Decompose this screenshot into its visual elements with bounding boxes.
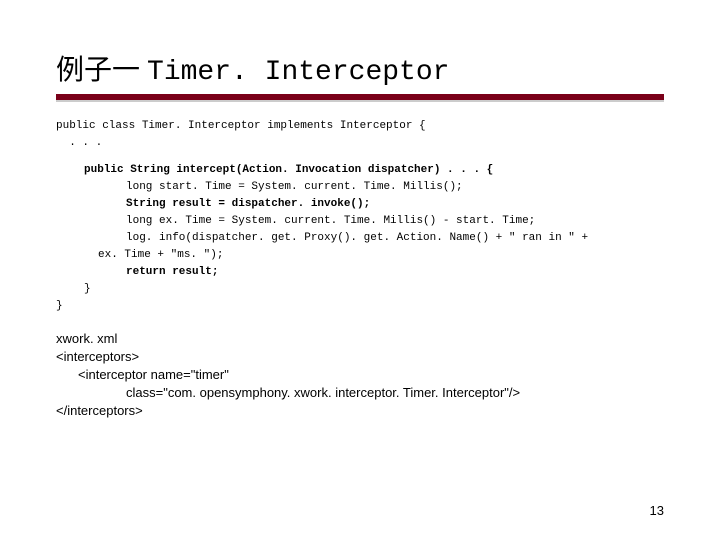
code-line: return result;	[56, 264, 664, 281]
code-line: }	[56, 298, 664, 315]
page-number: 13	[650, 503, 664, 518]
title-mono: Timer. Interceptor	[147, 57, 449, 88]
title-underline	[56, 94, 664, 100]
code-line: public class Timer. Interceptor implemen…	[56, 118, 664, 135]
code-line: }	[56, 281, 664, 298]
code-line: public String intercept(Action. Invocati…	[56, 162, 664, 179]
code-line: long start. Time = System. current. Time…	[56, 179, 664, 196]
xml-line: <interceptors>	[56, 349, 139, 364]
title-block: 例子一 Timer. Interceptor	[56, 48, 664, 100]
xml-block: xwork. xml <interceptors> <interceptor n…	[56, 330, 664, 421]
title-cn: 例子一	[56, 55, 147, 86]
code-line: ex. Time + "ms. ");	[56, 247, 664, 264]
code-block: public class Timer. Interceptor implemen…	[56, 118, 664, 316]
xml-line: xwork. xml	[56, 331, 117, 346]
code-line: String result = dispatcher. invoke();	[56, 196, 664, 213]
code-line: log. info(dispatcher. get. Proxy(). get.…	[56, 230, 664, 247]
slide-title: 例子一 Timer. Interceptor	[56, 48, 664, 88]
code-line: . . .	[56, 135, 664, 152]
xml-line: </interceptors>	[56, 403, 143, 418]
code-line: long ex. Time = System. current. Time. M…	[56, 213, 664, 230]
xml-line: <interceptor name="timer"	[56, 366, 664, 384]
slide: 例子一 Timer. Interceptor public class Time…	[0, 0, 720, 540]
xml-line: class="com. opensymphony. xwork. interce…	[56, 384, 664, 402]
